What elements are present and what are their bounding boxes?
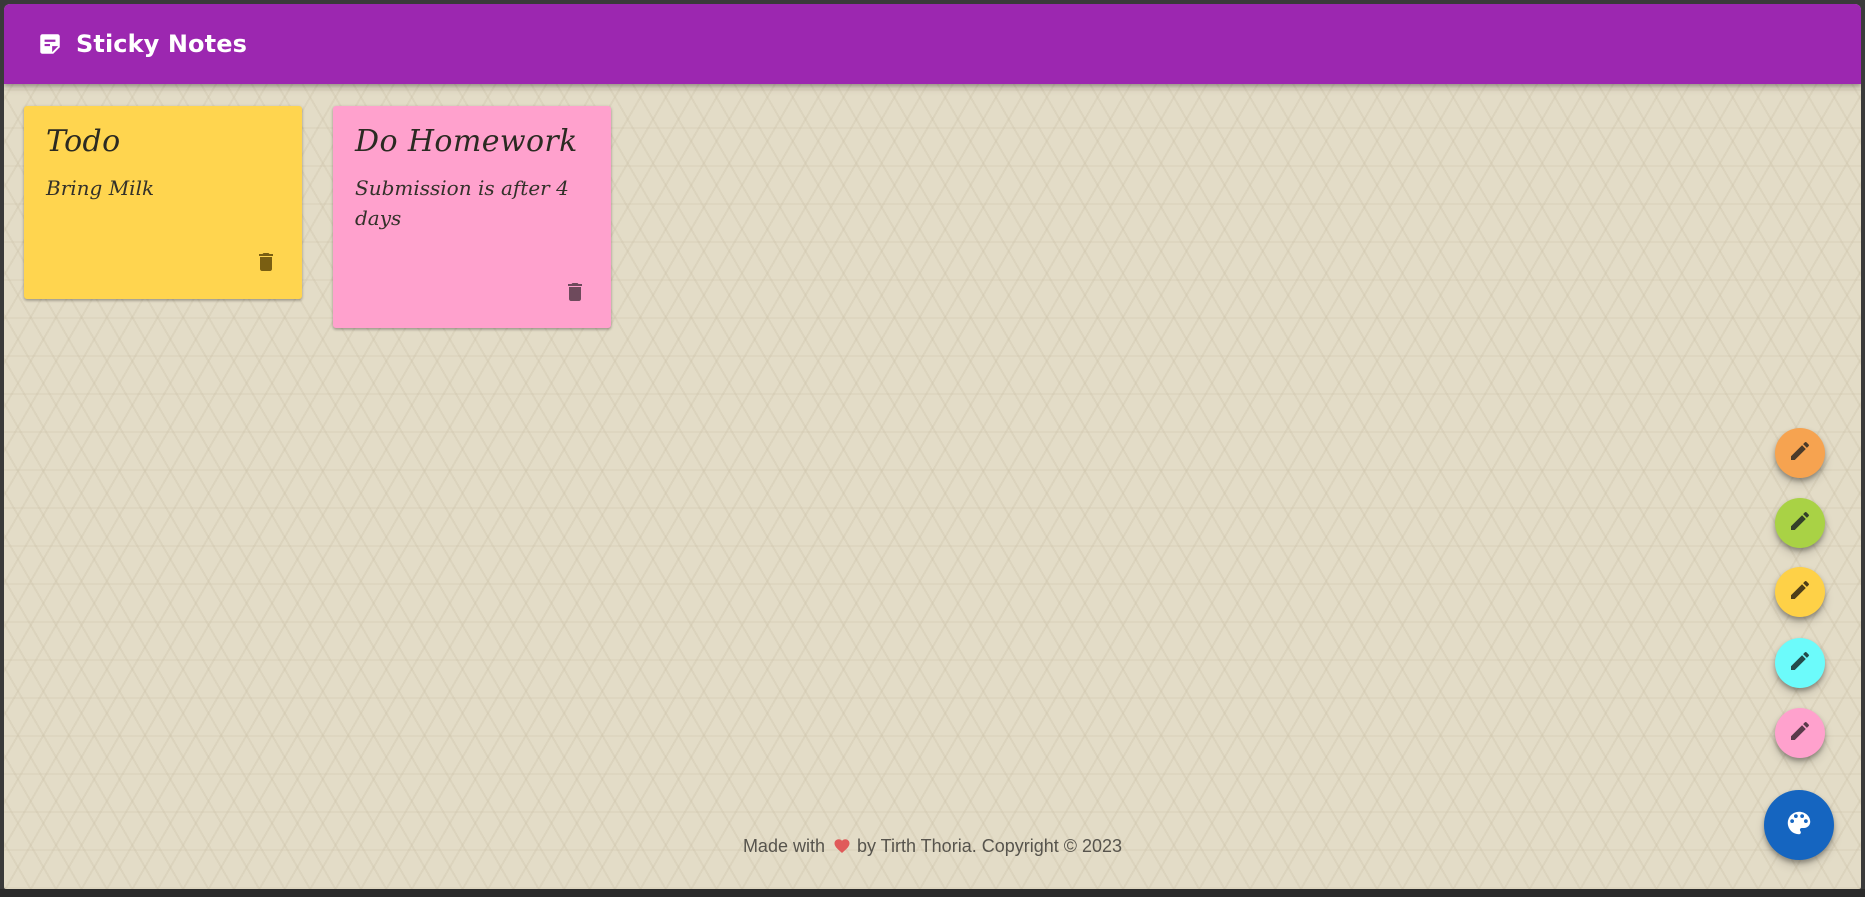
footer-prefix: Made with — [742, 836, 825, 856]
add-yellow-note-button[interactable] — [1775, 567, 1825, 617]
add-pink-note-button[interactable] — [1775, 708, 1825, 758]
trash-icon[interactable] — [252, 248, 280, 276]
note-title: Do Homework — [355, 124, 578, 159]
app-bar: Sticky Notes — [4, 4, 1861, 84]
pencil-icon — [1788, 719, 1812, 748]
add-orange-note-button[interactable] — [1775, 428, 1825, 478]
pencil-icon — [1788, 509, 1812, 538]
pencil-icon — [1788, 439, 1812, 468]
heart-icon — [833, 837, 851, 860]
pencil-icon — [1788, 649, 1812, 678]
app-title: Sticky Notes — [76, 30, 247, 58]
trash-icon[interactable] — [561, 278, 589, 306]
app-window: Sticky Notes Todo Bring Milk Do Homework… — [4, 4, 1861, 889]
note-title: Todo — [46, 124, 121, 159]
note-card-todo[interactable]: Todo Bring Milk — [24, 106, 302, 299]
note-body: Submission is after 4 days — [355, 176, 569, 230]
note-card-homework[interactable]: Do Homework Submission is after 4 days — [333, 106, 611, 328]
note-body: Bring Milk — [46, 176, 155, 200]
add-cyan-note-button[interactable] — [1775, 638, 1825, 688]
footer: Made with by Tirth Thoria. Copyright © 20… — [4, 836, 1861, 860]
sticky-note-icon — [36, 30, 64, 58]
add-green-note-button[interactable] — [1775, 498, 1825, 548]
window-bottom-edge — [0, 889, 1865, 897]
pencil-icon — [1788, 578, 1812, 607]
footer-suffix: by Tirth Thoria. Copyright © 2023 — [856, 836, 1123, 856]
